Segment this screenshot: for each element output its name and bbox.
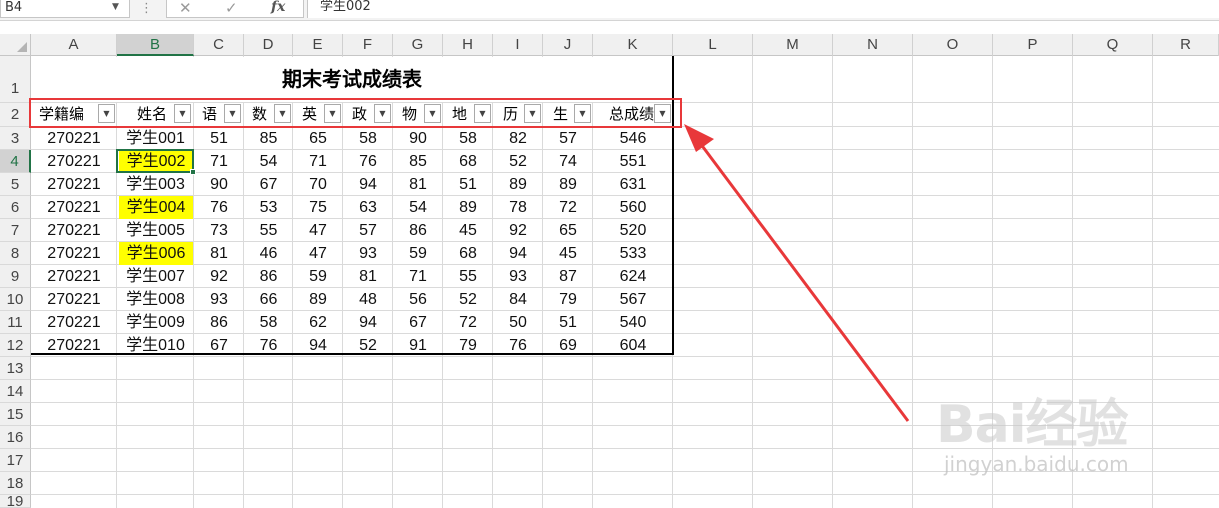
arrow-shaft (698, 142, 910, 422)
baidu-watermark: Bai经验 (936, 395, 1129, 455)
arrow-head (684, 124, 714, 152)
baidu-watermark-url: jingyan.baidu.com (944, 452, 1129, 476)
